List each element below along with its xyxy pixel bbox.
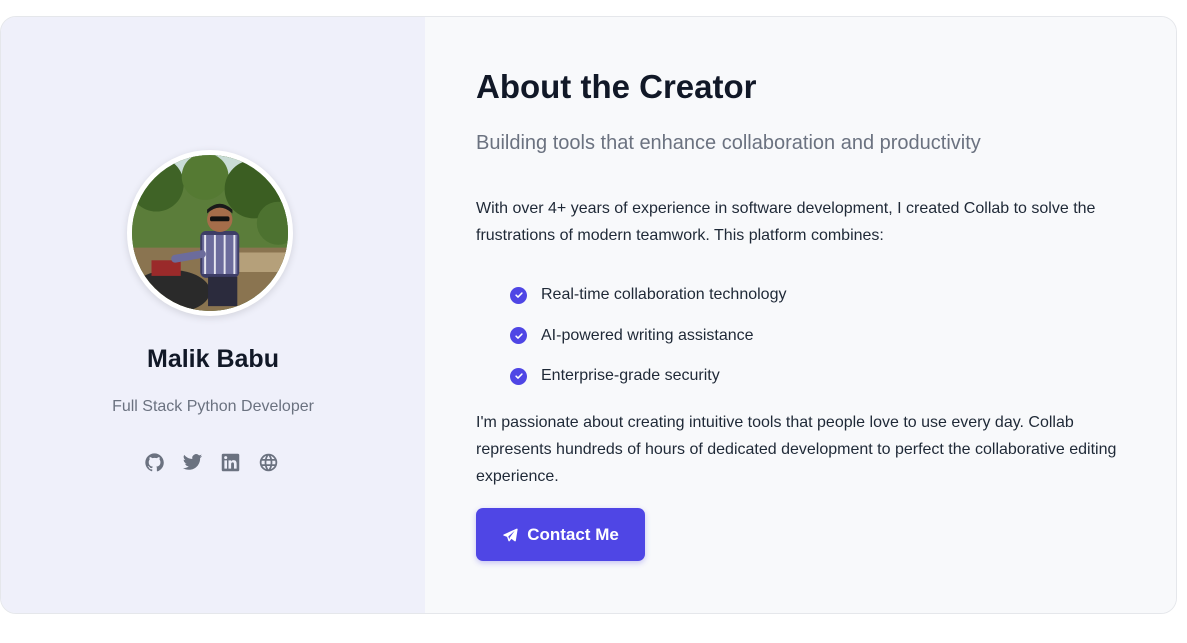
feature-label: AI-powered writing assistance bbox=[541, 326, 754, 344]
profile-name: Malik Babu bbox=[147, 345, 279, 373]
avatar-photo bbox=[132, 155, 288, 311]
check-circle-icon bbox=[510, 367, 527, 385]
about-panel: About the Creator Building tools that en… bbox=[425, 17, 1176, 613]
contact-button[interactable]: Contact Me bbox=[476, 508, 645, 561]
profile-panel: Malik Babu Full Stack Python Developer bbox=[1, 17, 425, 613]
social-links bbox=[143, 451, 279, 473]
intro-paragraph: With over 4+ years of experience in soft… bbox=[476, 200, 1096, 244]
paper-plane-icon bbox=[503, 528, 518, 541]
check-circle-icon bbox=[510, 286, 527, 304]
twitter-link[interactable] bbox=[181, 451, 203, 473]
profile-role: Full Stack Python Developer bbox=[112, 398, 314, 415]
list-item: Enterprise-grade security bbox=[510, 356, 786, 397]
feature-label: Real-time collaboration technology bbox=[541, 286, 787, 304]
contact-button-label: Contact Me bbox=[527, 524, 619, 544]
linkedin-icon bbox=[221, 453, 239, 471]
check-circle-icon bbox=[510, 327, 527, 345]
github-icon bbox=[144, 452, 164, 471]
website-link[interactable] bbox=[257, 451, 279, 473]
github-link[interactable] bbox=[143, 451, 165, 473]
list-item: AI-powered writing assistance bbox=[510, 316, 786, 357]
avatar bbox=[127, 150, 293, 316]
globe-icon bbox=[259, 453, 277, 471]
twitter-icon bbox=[182, 453, 202, 470]
page-subtitle: Building tools that enhance collaboratio… bbox=[476, 132, 981, 154]
about-card: Malik Babu Full Stack Python Developer A… bbox=[0, 16, 1177, 614]
list-item: Real-time collaboration technology bbox=[510, 275, 786, 316]
feature-list: Real-time collaboration technology AI-po… bbox=[510, 275, 786, 397]
closing-paragraph: I'm passionate about creating intuitive … bbox=[476, 414, 1117, 485]
linkedin-link[interactable] bbox=[219, 451, 241, 473]
feature-label: Enterprise-grade security bbox=[541, 367, 720, 385]
page-title: About the Creator bbox=[476, 68, 757, 105]
